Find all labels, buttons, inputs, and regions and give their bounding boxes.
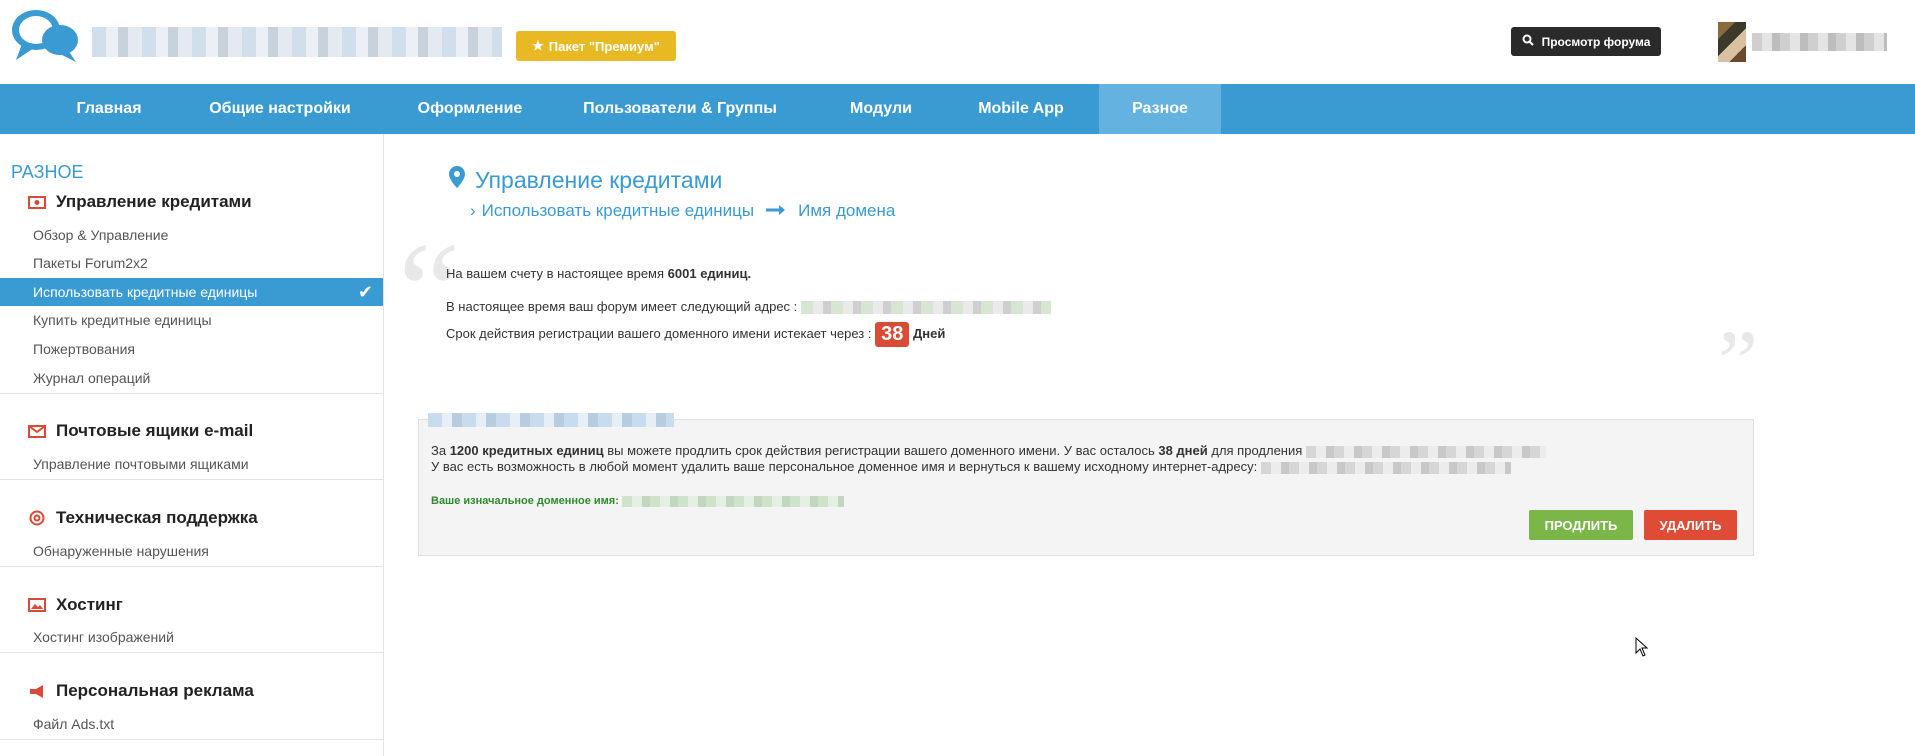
sidebar-group-label: Управление кредитами — [56, 192, 252, 211]
arrow-right-icon — [766, 201, 786, 221]
nav-mobile-app[interactable]: Mobile App — [966, 84, 1076, 134]
logo-speech-bubbles-icon[interactable] — [10, 6, 82, 66]
megaphone-icon — [28, 683, 46, 699]
extend-button[interactable]: ПРОДЛИТЬ — [1529, 510, 1633, 540]
sidebar-section-title: РАЗНОЕ — [11, 162, 84, 182]
sidebar-item-use-credits[interactable]: Использовать кредитные единицы ✔ — [0, 278, 383, 306]
star-icon: ★ — [532, 38, 544, 53]
view-forum-button[interactable]: Просмотр форума — [1511, 27, 1661, 56]
nav-design[interactable]: Оформление — [402, 84, 538, 134]
expiry-line: Срок действия регистрации вашего доменно… — [446, 322, 945, 347]
renewal-text-part: За — [431, 443, 450, 458]
view-forum-label: Просмотр форума — [1541, 34, 1651, 49]
sidebar-item-manage-mailboxes[interactable]: Управление почтовыми ящиками — [0, 450, 383, 478]
breadcrumb-item[interactable]: Использовать кредитные единицы — [482, 201, 754, 221]
address-prefix: В настоящее время ваш форум имеет следую… — [446, 299, 801, 314]
forum-address-blurred — [800, 301, 1051, 315]
avatar[interactable] — [1718, 22, 1746, 62]
sidebar-item-packages[interactable]: Пакеты Forum2x2 — [0, 249, 383, 277]
username-blurred[interactable] — [1752, 33, 1887, 51]
nav-general-settings[interactable]: Общие настройки — [195, 84, 365, 134]
sidebar-item-image-hosting[interactable]: Хостинг изображений — [0, 623, 383, 651]
map-marker-icon — [449, 166, 465, 194]
sidebar-item-violations[interactable]: Обнаруженные нарушения — [0, 537, 383, 565]
renewal-text-part: для продления — [1207, 443, 1306, 458]
sidebar-group-mailboxes: Почтовые ящики e-mail — [28, 421, 253, 441]
sidebar-item-label: Использовать кредитные единицы — [33, 284, 258, 300]
breadcrumb: › Использовать кредитные единицы Имя дом… — [470, 201, 895, 221]
sidebar-item-ads-txt[interactable]: Файл Ads.txt — [0, 710, 383, 738]
sidebar-item-buy-credits[interactable]: Купить кредитные единицы — [0, 306, 383, 334]
original-domain-label: Ваше изначальное доменное имя: — [431, 495, 622, 507]
search-icon — [1522, 34, 1534, 49]
top-bar: ★ Пакет "Премиум" Просмотр форума — [0, 0, 1915, 84]
sidebar-item-donations[interactable]: Пожертвования — [0, 335, 383, 363]
page-title: Управление кредитами — [449, 166, 722, 194]
expiry-prefix: Срок действия регистрации вашего доменно… — [446, 325, 876, 341]
delete-button[interactable]: УДАЛИТЬ — [1644, 510, 1737, 540]
renewal-text-part: У вас есть возможность в любой момент уд… — [431, 459, 1261, 474]
domain-renewal-panel: За 1200 кредитных единиц вы можете продл… — [418, 419, 1754, 556]
expiry-days-badge: 38 — [875, 322, 910, 347]
sidebar-divider — [0, 739, 383, 740]
address-line: В настоящее время ваш форум имеет следую… — [446, 299, 1051, 315]
domain-blurred — [1305, 445, 1546, 458]
image-icon — [28, 597, 46, 613]
original-domain-blurred — [621, 495, 844, 507]
renewal-text-line2: У вас есть возможность в любой момент уд… — [431, 459, 1511, 474]
sidebar-group-credits: Управление кредитами — [28, 192, 252, 212]
premium-label: Пакет "Премиум" — [548, 38, 660, 54]
mouse-cursor-icon — [1635, 636, 1649, 662]
nav-modules[interactable]: Модули — [836, 84, 926, 134]
sidebar-group-label: Персональная реклама — [56, 681, 254, 700]
sidebar-group-ads: Персональная реклама — [28, 681, 254, 701]
panel-heading-blurred — [428, 413, 674, 427]
envelope-icon — [28, 423, 46, 439]
sidebar-group-label: Техническая поддержка — [56, 508, 258, 527]
sidebar-item-overview[interactable]: Обзор & Управление — [0, 221, 383, 249]
sidebar-divider — [0, 652, 383, 653]
original-address-blurred — [1260, 461, 1511, 474]
renewal-text-part: вы можете продлить срок действия регистр… — [603, 443, 1159, 458]
breadcrumb-item-current: Имя домена — [798, 201, 896, 220]
chevron-right-icon: › — [470, 201, 476, 220]
checkmark-icon: ✔ — [357, 282, 373, 302]
sidebar-divider — [0, 566, 383, 567]
nav-misc[interactable]: Разное — [1099, 84, 1221, 134]
original-domain: Ваше изначальное доменное имя: — [431, 495, 844, 507]
sidebar-divider — [0, 479, 383, 480]
sidebar-divider — [0, 393, 383, 394]
balance-prefix: На вашем счету в настоящее время — [446, 266, 668, 281]
lifebuoy-icon — [28, 510, 46, 526]
main-nav: Главная Общие настройки Оформление Польз… — [0, 84, 1915, 134]
sidebar-group-support: Техническая поддержка — [28, 508, 258, 528]
sidebar-group-label: Хостинг — [56, 595, 123, 614]
nav-home[interactable]: Главная — [59, 84, 159, 134]
premium-package-button[interactable]: ★ Пакет "Премиум" — [516, 31, 676, 61]
sidebar: РАЗНОЕ Управление кредитами Обзор & Упра… — [0, 134, 384, 756]
site-name-blurred — [92, 27, 502, 57]
renewal-text-line1: За 1200 кредитных единиц вы можете продл… — [431, 443, 1546, 458]
renewal-days-left: 38 дней — [1158, 443, 1208, 458]
sidebar-group-hosting: Хостинг — [28, 595, 123, 615]
renewal-cost: 1200 кредитных единиц — [449, 443, 604, 458]
balance-line: На вашем счету в настоящее время 6001 ед… — [446, 266, 751, 281]
quote-close-icon: ” — [1718, 313, 1758, 412]
sidebar-group-label: Почтовые ящики e-mail — [56, 421, 254, 440]
page-title-text: Управление кредитами — [475, 166, 723, 193]
nav-users-groups[interactable]: Пользователи & Группы — [574, 84, 786, 134]
expiry-unit: Дней — [912, 325, 946, 341]
balance-value: 6001 единиц. — [667, 266, 752, 281]
money-icon — [28, 194, 46, 210]
sidebar-item-transaction-log[interactable]: Журнал операций — [0, 364, 383, 392]
